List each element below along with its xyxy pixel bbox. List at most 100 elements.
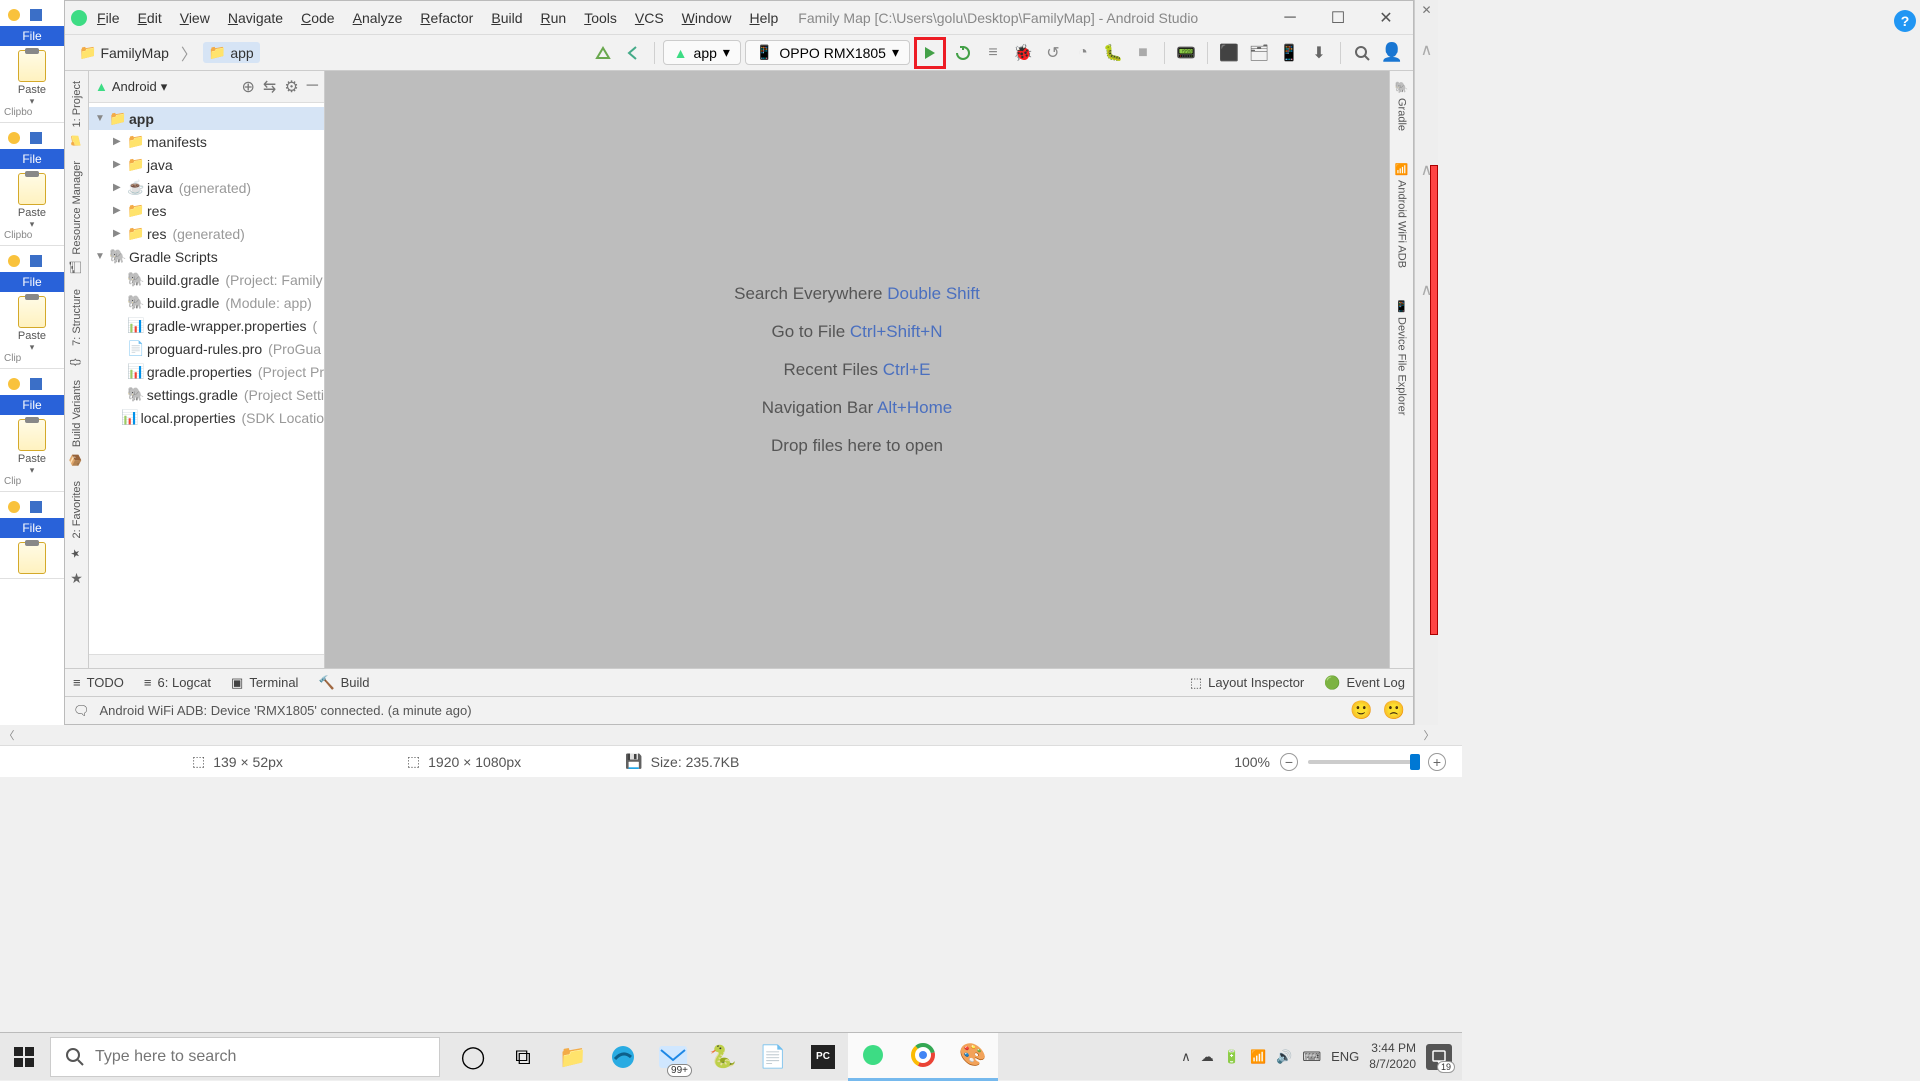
close-button[interactable]: ✕ bbox=[1363, 3, 1409, 33]
scroll-left-icon[interactable]: 〈 bbox=[0, 727, 18, 743]
volume-icon[interactable]: 🔊 bbox=[1276, 1049, 1292, 1065]
run-button[interactable] bbox=[919, 42, 941, 64]
menu-refactor[interactable]: Refactor bbox=[412, 6, 481, 30]
menu-edit[interactable]: Edit bbox=[130, 6, 170, 30]
left-tool-resource-manager[interactable]: 🗂Resource Manager bbox=[67, 155, 87, 281]
taskbar-search[interactable] bbox=[50, 1037, 440, 1077]
attach-debugger-button[interactable]: 🐛 bbox=[1100, 40, 1126, 66]
tree-hscroll[interactable] bbox=[89, 654, 324, 668]
search-input[interactable] bbox=[95, 1048, 425, 1066]
coverage-button[interactable]: ↺ bbox=[1040, 40, 1066, 66]
tree-item-res[interactable]: ▶📁res(generated) bbox=[89, 222, 324, 245]
sdk-manager-button[interactable]: ⬛ bbox=[1216, 40, 1242, 66]
right-tool-android-wifi-adb[interactable]: 📶Android WiFi ADB bbox=[1393, 157, 1411, 274]
zoom-slider[interactable] bbox=[1308, 760, 1418, 764]
menu-analyze[interactable]: Analyze bbox=[345, 6, 411, 30]
apply-changes-button[interactable] bbox=[950, 40, 976, 66]
sad-face-icon[interactable]: 🙁 bbox=[1383, 700, 1405, 721]
editor-empty-state[interactable]: Search Everywhere Double ShiftGo to File… bbox=[325, 71, 1389, 668]
mail-icon[interactable]: 99+ bbox=[648, 1033, 698, 1081]
outer-hscroll[interactable]: 〈 〉 bbox=[0, 725, 1438, 745]
notification-icon[interactable]: 🗨 bbox=[73, 703, 90, 719]
close-icon[interactable]: ✕ bbox=[1415, 0, 1438, 20]
tree-item-manifests[interactable]: ▶📁manifests bbox=[89, 130, 324, 153]
wifi-icon[interactable]: 📶 bbox=[1250, 1049, 1266, 1065]
file-tab[interactable]: File bbox=[0, 395, 64, 415]
bottom-tool-todo[interactable]: ≡TODO bbox=[73, 675, 124, 691]
profile-button[interactable]: ◔ bbox=[1070, 40, 1096, 66]
tree-item-local-properties[interactable]: 📊local.properties(SDK Locatio bbox=[89, 406, 324, 429]
action-center-button[interactable]: 19 bbox=[1426, 1044, 1452, 1070]
right-tool-device-file-explorer[interactable]: 📱Device File Explorer bbox=[1393, 294, 1411, 421]
paint-icon[interactable]: 🎨 bbox=[948, 1033, 998, 1081]
hide-button[interactable]: ─ bbox=[307, 77, 318, 97]
file-tab[interactable]: File bbox=[0, 149, 64, 169]
menu-tools[interactable]: Tools bbox=[576, 6, 625, 30]
bottom-tool-layout-inspector[interactable]: ⬚Layout Inspector bbox=[1190, 675, 1304, 691]
select-opened-file-button[interactable]: ⊕ bbox=[242, 77, 255, 97]
bottom-tool-6--logcat[interactable]: ≡6: Logcat bbox=[144, 675, 211, 691]
python-icon[interactable]: 🐍 bbox=[698, 1033, 748, 1081]
breadcrumb-root[interactable]: 📁 FamilyMap bbox=[73, 42, 175, 63]
user-avatar[interactable]: 👤 bbox=[1379, 40, 1405, 66]
tree-item-res[interactable]: ▶📁res bbox=[89, 199, 324, 222]
tree-item-settings-gradle[interactable]: 🐘settings.gradle(Project Setti bbox=[89, 383, 324, 406]
apply-code-button[interactable]: ≡ bbox=[980, 40, 1006, 66]
tree-item-build-gradle[interactable]: 🐘build.gradle(Project: Family bbox=[89, 268, 324, 291]
project-view-selector[interactable]: ▲ Android ▾ bbox=[95, 79, 167, 95]
collapse-all-button[interactable]: ⇆ bbox=[263, 77, 276, 97]
chrome-icon[interactable] bbox=[898, 1033, 948, 1081]
onedrive-icon[interactable]: ☁ bbox=[1201, 1049, 1214, 1065]
minimize-button[interactable]: ─ bbox=[1267, 3, 1313, 33]
tree-item-gradle-wrapper-properties[interactable]: 📊gradle-wrapper.properties( bbox=[89, 314, 324, 337]
left-tool-7--structure[interactable]: {}7: Structure bbox=[67, 283, 87, 372]
paste-label[interactable]: Paste bbox=[18, 330, 46, 342]
tree-item-app[interactable]: ▼📁app bbox=[89, 107, 324, 130]
maximize-button[interactable]: ☐ bbox=[1315, 3, 1361, 33]
device-manager-button[interactable]: 📱 bbox=[1276, 40, 1302, 66]
left-tool-build-variants[interactable]: 📦Build Variants bbox=[67, 374, 87, 473]
resource-manager-button[interactable]: 🗂 bbox=[1246, 40, 1272, 66]
menu-navigate[interactable]: Navigate bbox=[220, 6, 291, 30]
file-tab[interactable]: File bbox=[0, 518, 64, 538]
stop-button[interactable]: ■ bbox=[1130, 40, 1156, 66]
paste-drop[interactable]: ▾ bbox=[30, 219, 35, 230]
left-tool-1--project[interactable]: 📁1: Project bbox=[67, 75, 87, 153]
menu-file[interactable]: File bbox=[89, 6, 128, 30]
tree-item-gradle-properties[interactable]: 📊gradle.properties(Project Pr bbox=[89, 360, 324, 383]
start-button[interactable] bbox=[0, 1033, 48, 1081]
right-tool-gradle[interactable]: 🐘Gradle bbox=[1393, 75, 1411, 137]
bottom-tool-terminal[interactable]: ▣Terminal bbox=[231, 675, 298, 691]
tree-item-gradle-scripts[interactable]: ▼🐘Gradle Scripts bbox=[89, 245, 324, 268]
zoom-out-button[interactable]: − bbox=[1280, 753, 1298, 771]
menu-code[interactable]: Code bbox=[293, 6, 342, 30]
favorites-star-icon[interactable]: ★ bbox=[70, 570, 83, 587]
file-explorer-icon[interactable]: 📁 bbox=[548, 1033, 598, 1081]
menu-build[interactable]: Build bbox=[483, 6, 530, 30]
paste-drop[interactable]: ▾ bbox=[30, 96, 35, 107]
settings-button[interactable]: ⚙ bbox=[284, 77, 298, 97]
search-button[interactable] bbox=[1349, 40, 1375, 66]
tray-clock[interactable]: 3:44 PM 8/7/2020 bbox=[1369, 1041, 1416, 1072]
tree-item-java[interactable]: ▶☕java(generated) bbox=[89, 176, 324, 199]
bottom-tool-event-log[interactable]: 🟢Event Log bbox=[1324, 675, 1405, 691]
menu-window[interactable]: Window bbox=[674, 6, 740, 30]
back-arrow-icon[interactable] bbox=[620, 40, 646, 66]
zoom-in-button[interactable]: + bbox=[1428, 753, 1446, 771]
paste-drop[interactable]: ▾ bbox=[30, 342, 35, 353]
keyboard-icon[interactable]: ⌨ bbox=[1302, 1049, 1321, 1065]
cortana-button[interactable]: ◯ bbox=[448, 1033, 498, 1081]
run-config-dropdown[interactable]: ▲ app ▾ bbox=[663, 40, 741, 65]
happy-face-icon[interactable]: 🙂 bbox=[1350, 700, 1372, 721]
device-dropdown[interactable]: 📱 OPPO RMX1805 ▾ bbox=[745, 40, 910, 65]
tray-chevron-icon[interactable]: ∧ bbox=[1181, 1049, 1191, 1065]
left-tool-2--favorites[interactable]: ★2: Favorites bbox=[67, 475, 87, 564]
paste-label[interactable]: Paste bbox=[18, 453, 46, 465]
battery-icon[interactable]: 🔋 bbox=[1224, 1049, 1240, 1065]
scroll-right-icon[interactable]: 〉 bbox=[1420, 727, 1438, 743]
bottom-tool-build[interactable]: 🔨Build bbox=[318, 675, 369, 691]
avd-manager-button[interactable]: 📟 bbox=[1173, 40, 1199, 66]
menu-run[interactable]: Run bbox=[532, 6, 574, 30]
edge-icon[interactable] bbox=[598, 1033, 648, 1081]
file-tab[interactable]: File bbox=[0, 26, 64, 46]
